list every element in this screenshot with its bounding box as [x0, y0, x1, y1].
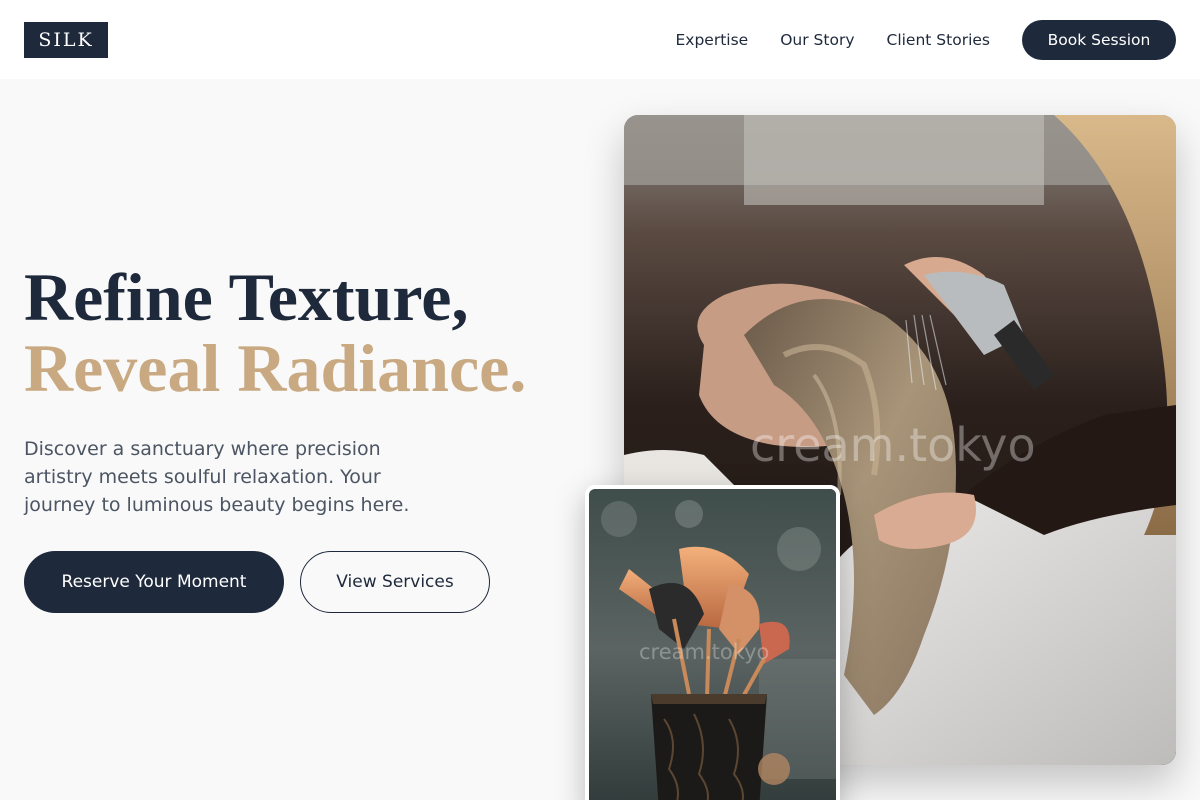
main-nav: Expertise Our Story Client Stories Book …	[676, 20, 1176, 60]
view-services-button[interactable]: View Services	[300, 551, 490, 613]
brand-logo[interactable]: SILK	[24, 22, 108, 58]
photo-watermark: cream.tokyo	[750, 418, 1036, 472]
reserve-moment-button[interactable]: Reserve Your Moment	[24, 551, 284, 613]
makeup-brushes-photo: cream.tokyo	[585, 485, 840, 800]
nav-link-expertise[interactable]: Expertise	[676, 31, 749, 49]
headline-line-1: Refine Texture,	[24, 259, 469, 335]
nav-link-our-story[interactable]: Our Story	[780, 31, 854, 49]
small-photo-watermark: cream.tokyo	[639, 640, 769, 664]
hero-description: Discover a sanctuary where precision art…	[24, 438, 410, 516]
nav-link-client-stories[interactable]: Client Stories	[887, 31, 991, 49]
hero-headline: Refine Texture, Reveal Radiance.	[24, 262, 526, 404]
book-session-button[interactable]: Book Session	[1022, 20, 1176, 60]
makeup-brushes-illustration: cream.tokyo	[589, 489, 836, 800]
site-header: SILK Expertise Our Story Client Stories …	[0, 0, 1200, 79]
headline-line-2: Reveal Radiance.	[24, 330, 527, 406]
